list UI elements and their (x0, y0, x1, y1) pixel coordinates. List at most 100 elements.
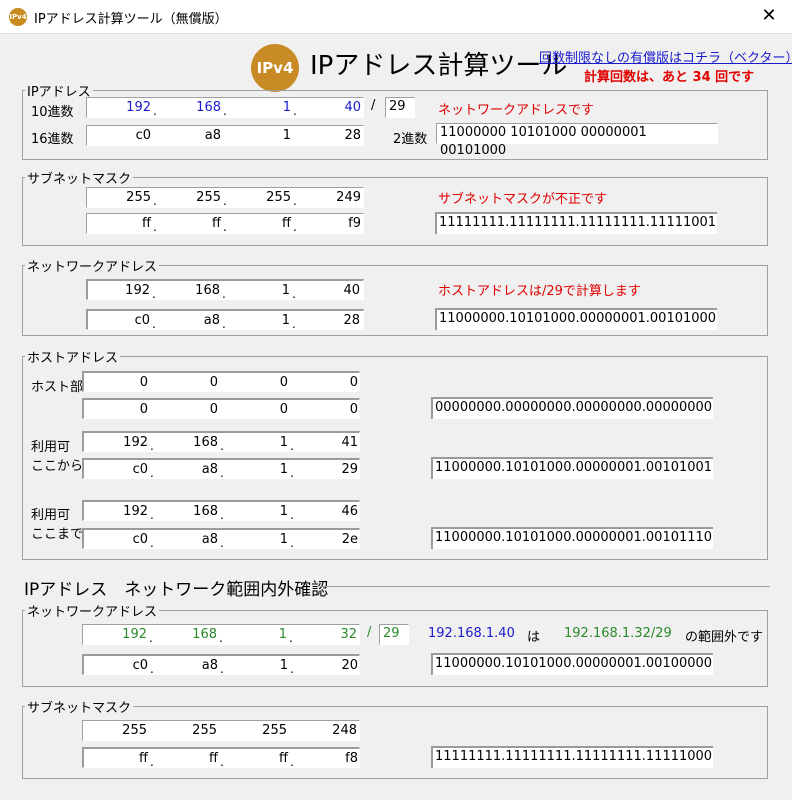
last-hex-octet: 2e (341, 532, 358, 547)
paid-version-link[interactable]: 回数制限なしの有償版はコチラ（ベクター） (539, 47, 792, 66)
ip-dec-octet: 40 (344, 100, 361, 115)
hex-label: 16進数 (31, 132, 74, 147)
host-part-binary: 00000000.00000000.00000000.00000000 (431, 397, 713, 419)
subnet-dec-octet: 255 (126, 190, 151, 205)
last-usable-hex-output: c0 . a8 . 1 . 2e (82, 528, 360, 549)
last-hex-octet: c0 (132, 532, 148, 547)
bin-label: 2進数 (393, 132, 428, 147)
range-net-hex-octet: 20 (341, 658, 358, 673)
range-net-dec-input[interactable]: 192 . 168 . 1 . 32 (82, 624, 360, 645)
last-dec-octet: 168 (193, 504, 218, 519)
range-net-hex-octet: 1 (279, 658, 288, 673)
network-dec-octet: 1 (281, 283, 290, 298)
first-dec-octet: 168 (193, 435, 218, 450)
range-network-legend: ネットワークアドレス (27, 605, 158, 620)
first-hex-octet: 29 (341, 462, 358, 477)
host-hex-octet: 0 (139, 402, 148, 417)
dec-label: 10進数 (31, 105, 74, 120)
last-dec-octet: 192 (123, 504, 148, 519)
subnet-hex-octet: f9 (348, 216, 361, 231)
ip-address-group: IPアドレス (22, 81, 768, 160)
last-usable-label: 利用可 (31, 508, 71, 523)
check-ip-text: 192.168.1.40 (428, 626, 515, 641)
first-hex-octet: c0 (132, 462, 148, 477)
ip-hex-octet: 1 (282, 128, 291, 143)
range-mask-binary: 11111111.11111111.11111111.11111000 (431, 746, 713, 768)
first-usable-binary: 11000000.10101000.00000001.00101001 (431, 457, 713, 479)
last-usable-label-2: ここまで (31, 527, 84, 542)
subnet-status-message: サブネットマスクが不正です (438, 192, 608, 207)
range-mask-dec-octet: 255 (122, 723, 147, 738)
first-dec-octet: 192 (123, 435, 148, 450)
range-net-hex-octet: a8 (201, 658, 218, 673)
last-dec-octet: 46 (341, 504, 358, 519)
range-check-title: IPアドレス ネットワーク範囲内外確認 (24, 580, 329, 600)
ip-dec-octet: 1 (282, 100, 291, 115)
first-usable-dec-output: 192 . 168 . 1 . 41 (82, 431, 360, 452)
host-hex-octet: 0 (209, 402, 218, 417)
app-heading: IPアドレス計算ツール (310, 51, 568, 81)
subnet-dec-octet: 255 (266, 190, 291, 205)
ip-hex-input[interactable]: c0 a8 1 28 (86, 125, 364, 146)
ip-binary: 11000000 10101000 00000001 00101000 (436, 123, 718, 158)
host-part-dec-output: 0 0 0 0 (82, 371, 360, 392)
last-usable-binary: 11000000.10101000.00000001.00101110 (431, 527, 713, 549)
ip-status-message: ネットワークアドレスです (438, 103, 595, 118)
section-divider (320, 586, 770, 587)
ip-dec-input[interactable]: 192 . 168 . 1 . 40 (86, 97, 364, 118)
network-dec-octet: 168 (195, 283, 220, 298)
last-dec-octet: 1 (279, 504, 288, 519)
subnet-hex-octet: ff (282, 216, 291, 231)
ip-hex-octet: a8 (204, 128, 221, 143)
subnet-dec-octet: 249 (336, 190, 361, 205)
host-hex-octet: 0 (349, 402, 358, 417)
prefix-input[interactable]: 29 (385, 97, 415, 118)
subnet-hex-octet: ff (212, 216, 221, 231)
host-dec-octet: 0 (349, 375, 358, 390)
subnet-hex-input[interactable]: ff . ff . ff . f9 (86, 213, 364, 234)
network-hex-octet: 1 (281, 313, 290, 328)
network-dec-octet: 40 (343, 283, 360, 298)
range-mask-dec-input[interactable]: 255 255 255 248 (82, 720, 360, 741)
range-prefix-input[interactable]: 29 (379, 624, 409, 645)
ip-hex-octet: c0 (135, 128, 151, 143)
network-binary: 11000000.10101000.00000001.00101000 (435, 308, 717, 330)
ip-dec-octet: 192 (126, 100, 151, 115)
window-title: IPアドレス計算ツール（無償版） (34, 12, 228, 27)
ip-hex-octet: 28 (344, 128, 361, 143)
first-usable-hex-output: c0 . a8 . 1 . 29 (82, 458, 360, 479)
range-mask-dec-octet: 255 (262, 723, 287, 738)
host-part-hex-output: 0 0 0 0 (82, 398, 360, 419)
last-hex-octet: a8 (201, 532, 218, 547)
network-hex-octet: a8 (203, 313, 220, 328)
network-status-message: ホストアドレスは/29で計算します (438, 284, 641, 299)
range-prefix-slash: / (367, 625, 372, 640)
host-dec-octet: 0 (209, 375, 218, 390)
subnet-dec-octet: 255 (196, 190, 221, 205)
check-net-text: 192.168.1.32/29 (564, 626, 672, 641)
network-hex-output: c0 . a8 . 1 . 28 (86, 309, 364, 330)
first-dec-octet: 41 (341, 435, 358, 450)
range-net-hex-octet: c0 (132, 658, 148, 673)
first-usable-label-2: ここから (31, 459, 84, 474)
close-button[interactable]: ✕ (746, 0, 792, 34)
range-mask-hex-output: ff . ff . ff . f8 (82, 747, 360, 768)
host-dec-octet: 0 (139, 375, 148, 390)
prefix-slash: / (371, 98, 376, 113)
subnet-binary: 11111111.11111111.11111111.11111001 (435, 212, 717, 234)
subnet-dec-input[interactable]: 255 . 255 . 255 . 249 (86, 187, 364, 208)
host-part-label: ホスト部 (31, 380, 84, 395)
range-mask-dec-octet: 248 (332, 723, 357, 738)
network-dec-octet: 192 (125, 283, 150, 298)
last-hex-octet: 1 (279, 532, 288, 547)
range-mask-hex-octet: f8 (345, 751, 358, 766)
subnet-hex-octet: ff (142, 216, 151, 231)
first-usable-label: 利用可 (31, 440, 71, 455)
range-mask-hex-octet: ff (279, 751, 288, 766)
range-mask-hex-octet: ff (139, 751, 148, 766)
host-dec-octet: 0 (279, 375, 288, 390)
app-icon: IPv4 (9, 8, 27, 26)
range-net-dec-octet: 192 (122, 627, 147, 642)
ip-address-legend: IPアドレス (27, 85, 91, 100)
range-net-binary: 11000000.10101000.00000001.00100000 (431, 653, 713, 675)
